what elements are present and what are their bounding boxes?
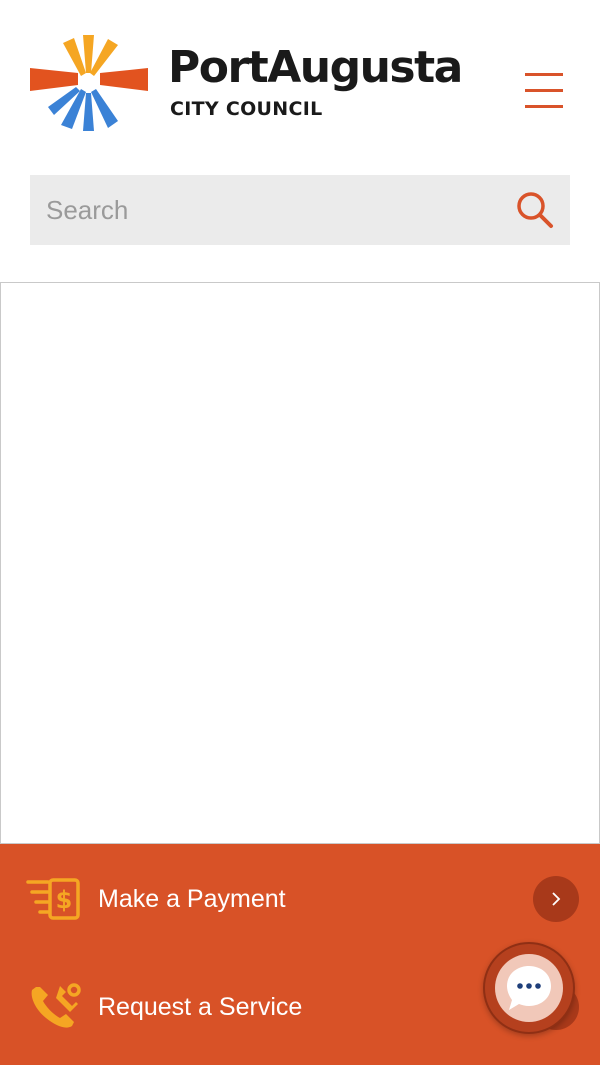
site-header: PortAugusta CITY COUNCIL xyxy=(0,0,600,160)
make-payment-label: Make a Payment xyxy=(98,884,286,913)
logo-star-icon xyxy=(30,34,148,131)
site-logo[interactable]: PortAugusta CITY COUNCIL xyxy=(28,30,498,135)
chevron-right-icon[interactable] xyxy=(533,876,579,922)
logo-subtitle: CITY COUNCIL xyxy=(170,97,323,120)
search-bar xyxy=(30,175,570,245)
logo-name: PortAugusta xyxy=(168,41,463,93)
chat-bubble-icon xyxy=(495,954,563,1022)
page: PortAugusta CITY COUNCIL Search $ Make a… xyxy=(0,0,600,1065)
request-service-label: Request a Service xyxy=(98,992,303,1021)
search-input[interactable] xyxy=(30,175,500,245)
menu-icon-bar xyxy=(525,88,563,92)
menu-icon-bar xyxy=(525,72,563,76)
service-icon xyxy=(31,983,81,1028)
chat-launcher-button[interactable] xyxy=(483,942,575,1034)
svg-text:$: $ xyxy=(56,886,73,914)
make-payment-link[interactable]: $ Make a Payment xyxy=(0,844,600,954)
search-icon xyxy=(517,192,553,228)
menu-icon-bar xyxy=(525,104,563,108)
embedded-content-frame xyxy=(0,282,600,844)
search-button[interactable] xyxy=(500,175,570,245)
hamburger-menu-button[interactable] xyxy=(520,70,568,110)
payment-icon: $ xyxy=(26,878,80,920)
